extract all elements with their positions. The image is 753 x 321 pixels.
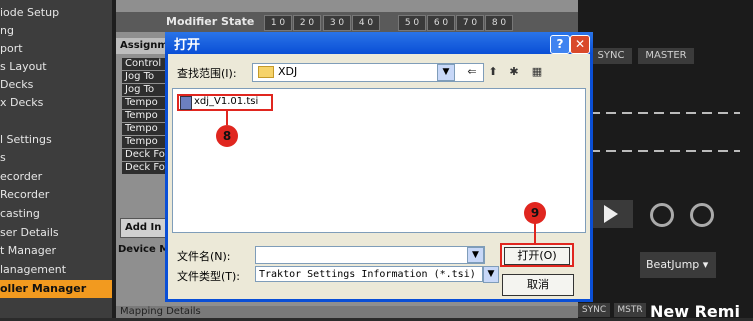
modifier-state-label: Modifier State — [166, 15, 255, 28]
help-button[interactable]: ? — [550, 35, 570, 54]
play-icon — [604, 205, 618, 223]
chevron-down-icon[interactable]: ▼ — [437, 64, 455, 81]
sidebar-item[interactable]: lanagement — [0, 261, 112, 279]
callout-line — [226, 111, 228, 125]
sidebar-item[interactable]: ecorder — [0, 168, 112, 186]
master-button[interactable]: MASTER — [638, 48, 694, 64]
step-marker-9: 9 — [524, 202, 546, 224]
sidebar-item[interactable]: t Manager — [0, 242, 112, 260]
file-icon — [180, 96, 192, 110]
cue-icon[interactable] — [650, 203, 674, 227]
sidebar-item[interactable]: ser Details — [0, 224, 112, 242]
modifier-state-box: 7 0 — [456, 15, 484, 31]
file-name: xdj_V1.01.tsi — [194, 96, 259, 107]
device-mapping-label: Device M — [118, 244, 170, 255]
modifier-state-row: Modifier State 1 02 03 04 0 5 06 07 08 0 — [116, 12, 578, 32]
sidebar-item[interactable]: oller Manager — [0, 280, 112, 298]
sidebar-item[interactable]: l Settings — [0, 131, 112, 149]
look-in-value: XDJ — [278, 65, 298, 78]
modifier-state-box: 5 0 — [398, 15, 426, 31]
mapping-details-bar: Mapping Details — [116, 306, 582, 318]
sidebar-item[interactable]: casting — [0, 205, 112, 223]
dialog-titlebar[interactable] — [165, 32, 593, 54]
view-menu-icon[interactable]: ▦ — [526, 64, 548, 79]
folder-icon — [258, 66, 274, 78]
waveform-line — [590, 112, 740, 114]
filetype-select[interactable]: Traktor Settings Information (*.tsi) — [255, 266, 483, 282]
chevron-down-icon[interactable]: ▼ — [483, 266, 499, 283]
chevron-down-icon[interactable]: ▼ — [467, 247, 484, 263]
sync-small-button[interactable]: SYNC — [578, 303, 610, 317]
modifier-state-box: 1 0 — [264, 15, 292, 31]
beatjump-dropdown[interactable]: BeatJump ▾ — [640, 252, 716, 278]
track-title: New Remi — [650, 302, 740, 321]
up-folder-icon[interactable]: ⬆ — [484, 64, 502, 79]
dialog-title: 打开 — [174, 38, 201, 53]
new-folder-icon[interactable]: ✱ — [505, 64, 523, 79]
filetype-label: 文件类型(T): — [177, 270, 241, 283]
modifier-state-box: 6 0 — [427, 15, 455, 31]
sidebar-item[interactable]: Decks — [0, 76, 112, 94]
close-button[interactable]: ✕ — [570, 35, 590, 54]
modifier-state-box: 4 0 — [352, 15, 380, 31]
sidebar-item[interactable]: Recorder — [0, 186, 112, 204]
filename-input[interactable] — [255, 246, 485, 264]
modifier-state-box: 3 0 — [323, 15, 351, 31]
open-button[interactable]: 打开(O) — [504, 247, 570, 265]
step-marker-8: 8 — [216, 125, 238, 147]
master-small-button[interactable]: MSTR — [614, 303, 646, 317]
sidebar-item[interactable]: s — [0, 149, 112, 167]
cup-icon[interactable] — [690, 203, 714, 227]
sidebar-item[interactable]: iode Setup — [0, 4, 112, 22]
sidebar-item[interactable]: s Layout — [0, 58, 112, 76]
sidebar-item[interactable]: x Decks — [0, 94, 112, 112]
modifier-state-box: 2 0 — [293, 15, 321, 31]
callout-line — [534, 222, 536, 244]
back-icon[interactable]: ⇐ — [463, 64, 481, 79]
modifier-state-box: 8 0 — [485, 15, 513, 31]
waveform-line — [590, 150, 740, 152]
filename-label: 文件名(N): — [177, 250, 231, 263]
look-in-label: 查找范围(I): — [177, 67, 237, 80]
sidebar-item[interactable]: ng — [0, 22, 112, 40]
sync-button[interactable]: SYNC — [590, 48, 632, 64]
sidebar-item[interactable]: port — [0, 40, 112, 58]
cancel-button[interactable]: 取消 — [502, 274, 574, 296]
